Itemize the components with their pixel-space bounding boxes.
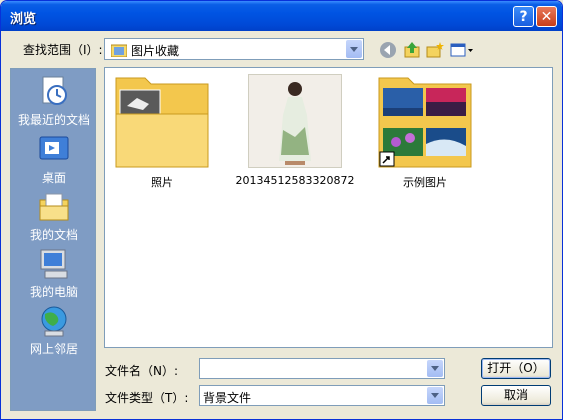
back-icon[interactable] (379, 41, 397, 59)
up-folder-icon[interactable] (403, 41, 421, 59)
place-my-documents[interactable]: 我的文档 (11, 190, 97, 243)
place-label: 我最近的文档 (17, 113, 90, 127)
look-in-value: 图片收藏 (131, 44, 180, 58)
look-in-dropdown[interactable]: 图片收藏 (104, 38, 364, 60)
file-type-select[interactable]: 背景文件 (199, 385, 445, 406)
place-desktop[interactable]: 桌面 (11, 133, 97, 186)
close-button[interactable]: ✕ (536, 6, 557, 27)
file-name-label: 文件名（N）: (105, 364, 179, 378)
place-label: 我的电脑 (29, 285, 78, 299)
desktop-icon (37, 133, 71, 167)
chevron-down-icon[interactable] (346, 40, 362, 58)
cancel-button[interactable]: 取消 (481, 385, 551, 406)
place-label: 我的文档 (29, 228, 78, 242)
open-button[interactable]: 打开（O） (481, 358, 551, 379)
views-icon[interactable] (450, 41, 474, 59)
look-in-label: 查找范围（I）: (23, 43, 103, 57)
file-name-input[interactable] (199, 358, 445, 379)
list-item-image[interactable]: 20134512583320872 (235, 74, 355, 187)
folder-icon (378, 74, 472, 168)
places-bar: 我最近的文档 桌面 我的文档 我的电脑 网上邻居 (10, 68, 96, 411)
item-name: 照片 (151, 176, 173, 189)
place-label: 桌面 (41, 171, 66, 185)
folder-icon (115, 74, 209, 168)
new-folder-icon[interactable] (426, 41, 444, 59)
my-documents-icon (37, 190, 71, 224)
help-button[interactable]: ? (513, 6, 534, 27)
chevron-down-icon[interactable] (427, 387, 443, 404)
chevron-down-icon[interactable] (427, 360, 443, 377)
place-recent-documents[interactable]: 我最近的文档 (11, 75, 97, 128)
network-places-icon (37, 304, 71, 338)
place-my-computer[interactable]: 我的电脑 (11, 247, 97, 300)
title-bar[interactable]: 浏览 ? ✕ (1, 1, 562, 31)
recent-documents-icon (37, 75, 71, 109)
item-name: 20134512583320872 (235, 174, 355, 187)
image-thumbnail (248, 74, 342, 168)
window-title: 浏览 (10, 12, 37, 27)
my-computer-icon (37, 247, 71, 281)
file-list-view[interactable]: 照片 20134512583320872 示例图片 (104, 67, 553, 348)
list-item-shortcut-folder[interactable]: 示例图片 (365, 74, 485, 190)
place-label: 网上邻居 (29, 342, 78, 356)
file-type-value: 背景文件 (203, 391, 252, 405)
browse-dialog: 浏览 ? ✕ 查找范围（I）: 图片收藏 我最近的文档 桌面 我的文档 我的电脑… (0, 0, 563, 420)
file-type-label: 文件类型（T）: (105, 391, 189, 405)
pictures-folder-icon (110, 43, 128, 60)
item-name: 示例图片 (403, 176, 447, 189)
place-network[interactable]: 网上邻居 (11, 304, 97, 357)
list-item-folder[interactable]: 照片 (102, 74, 222, 190)
